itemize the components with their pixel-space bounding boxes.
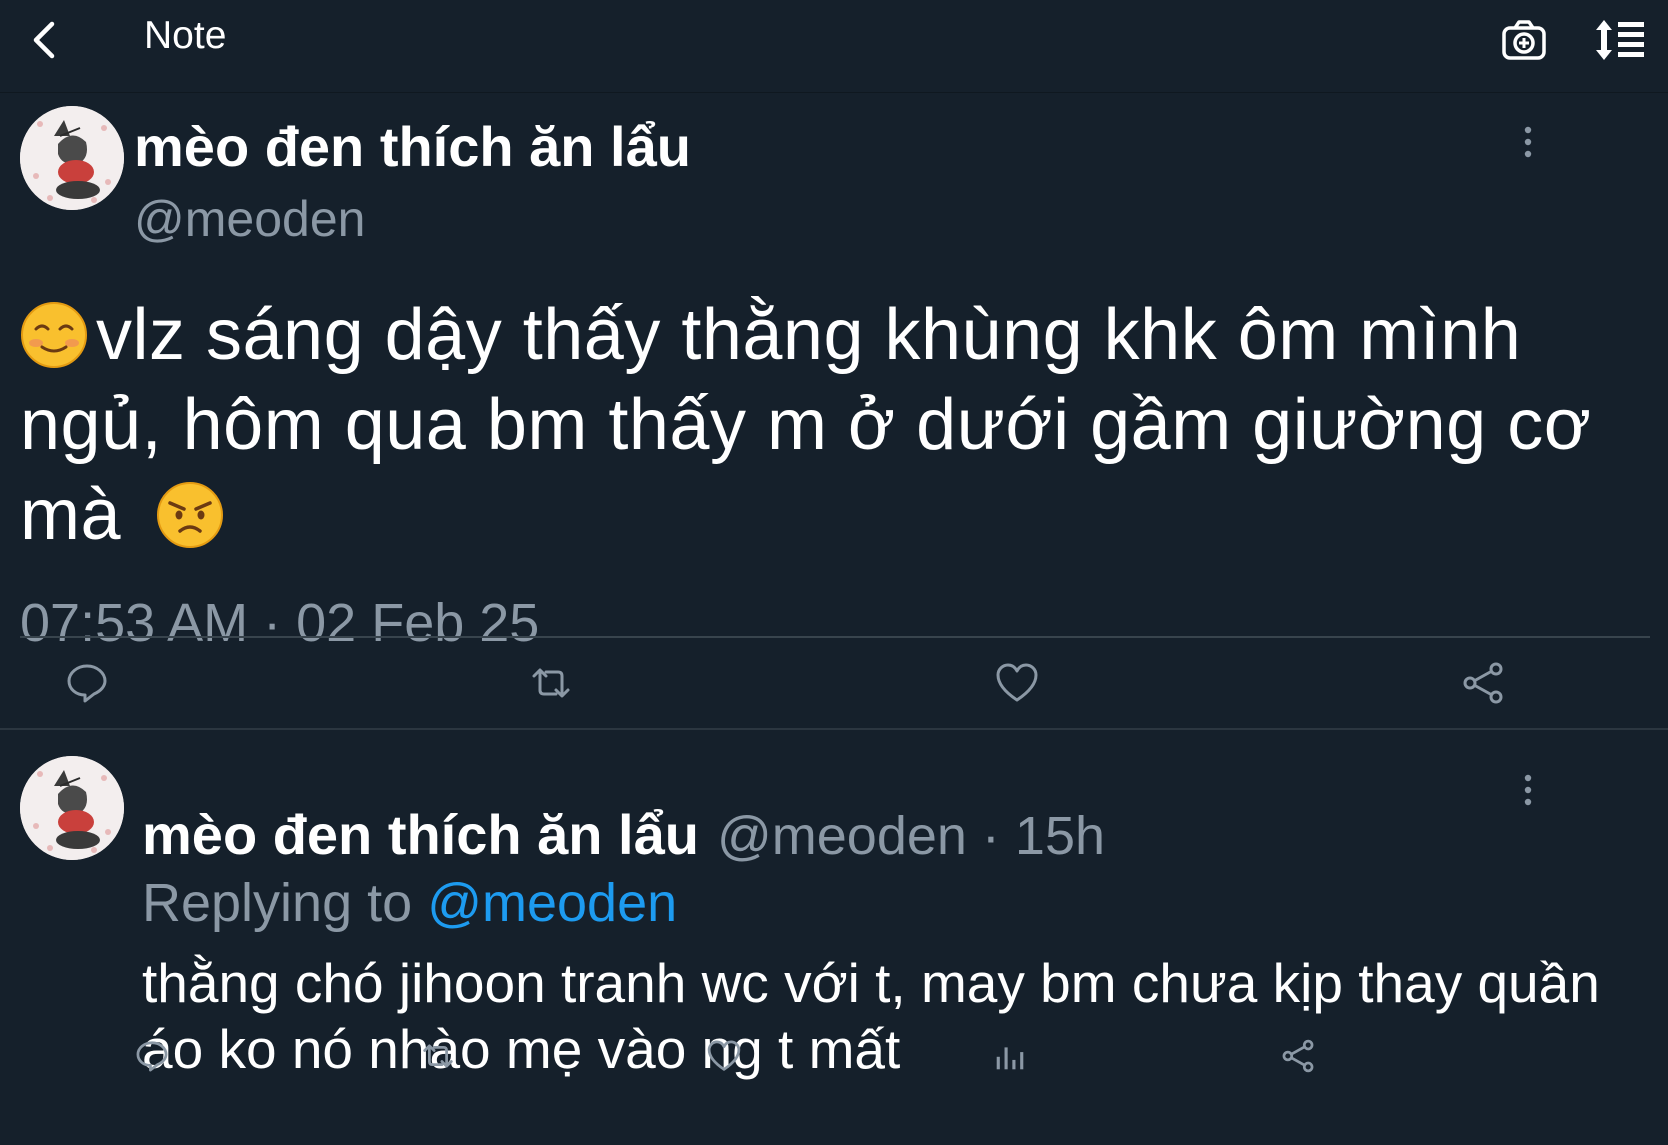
replying-to: Replying to @meoden [142, 872, 677, 934]
reply-share-button[interactable] [1280, 1038, 1316, 1074]
retweet-button[interactable] [528, 660, 574, 706]
reply-handle-time: @meoden · 15h [716, 806, 1106, 866]
retweet-icon [423, 1044, 453, 1068]
cat-avatar-icon [20, 106, 124, 210]
angry-face-emoji [156, 481, 224, 549]
tweet-timestamp: 07:53 AM · 02 Feb 25 [20, 593, 540, 653]
reply-button[interactable] [64, 660, 110, 706]
chevron-left-icon [33, 21, 55, 59]
divider [20, 636, 1650, 638]
like-icon [996, 663, 1038, 702]
tweet-body: vlz sáng dậy thấy thằng khùng khk ôm mìn… [20, 295, 1592, 555]
reply-more-options-button[interactable] [1518, 772, 1538, 816]
analytics-icon [996, 1047, 1024, 1070]
reply-icon [67, 664, 107, 703]
reply-retweet-button[interactable] [420, 1038, 456, 1074]
share-icon [1463, 662, 1503, 704]
reply-header: mèo đen thích ăn lẩu @meoden · 15h [142, 802, 1105, 867]
replying-prefix: Replying to [142, 873, 413, 933]
more-vertical-icon [1524, 774, 1532, 806]
reply-like-button[interactable] [706, 1038, 742, 1074]
reply-reply-button[interactable] [134, 1038, 170, 1074]
reply-text: thằng chó jihoon tranh wc với t, may bm … [142, 952, 1600, 1080]
sort-list-icon [1596, 20, 1644, 60]
more-options-button[interactable] [1518, 124, 1538, 168]
retweet-icon [532, 668, 570, 698]
share-icon [1282, 1039, 1314, 1073]
sort-button[interactable] [1594, 16, 1648, 64]
reply-display-name[interactable]: mèo đen thích ăn lẩu [142, 803, 699, 866]
camera-plus-icon [1502, 20, 1546, 60]
back-button[interactable] [26, 18, 62, 62]
replying-to-link[interactable]: @meoden [427, 873, 677, 933]
user-handle[interactable]: @meoden [134, 190, 365, 248]
reply-icon [136, 1041, 168, 1072]
more-vertical-icon [1524, 126, 1532, 158]
like-button[interactable] [994, 660, 1040, 706]
divider [0, 728, 1668, 730]
display-name[interactable]: mèo đen thích ăn lẩu [134, 114, 691, 179]
reply-avatar[interactable] [20, 756, 124, 860]
like-icon [707, 1040, 741, 1071]
smiling-blush-emoji [20, 301, 88, 369]
page-title: Note [144, 14, 227, 57]
cat-avatar-icon [20, 756, 124, 860]
reply-analytics-button[interactable] [992, 1038, 1028, 1074]
tweet-text: vlz sáng dậy thấy thằng khùng khk ôm mìn… [20, 290, 1630, 560]
share-button[interactable] [1460, 660, 1506, 706]
camera-button[interactable] [1500, 16, 1548, 64]
avatar[interactable] [20, 106, 124, 210]
top-bar: Note [0, 0, 1668, 93]
